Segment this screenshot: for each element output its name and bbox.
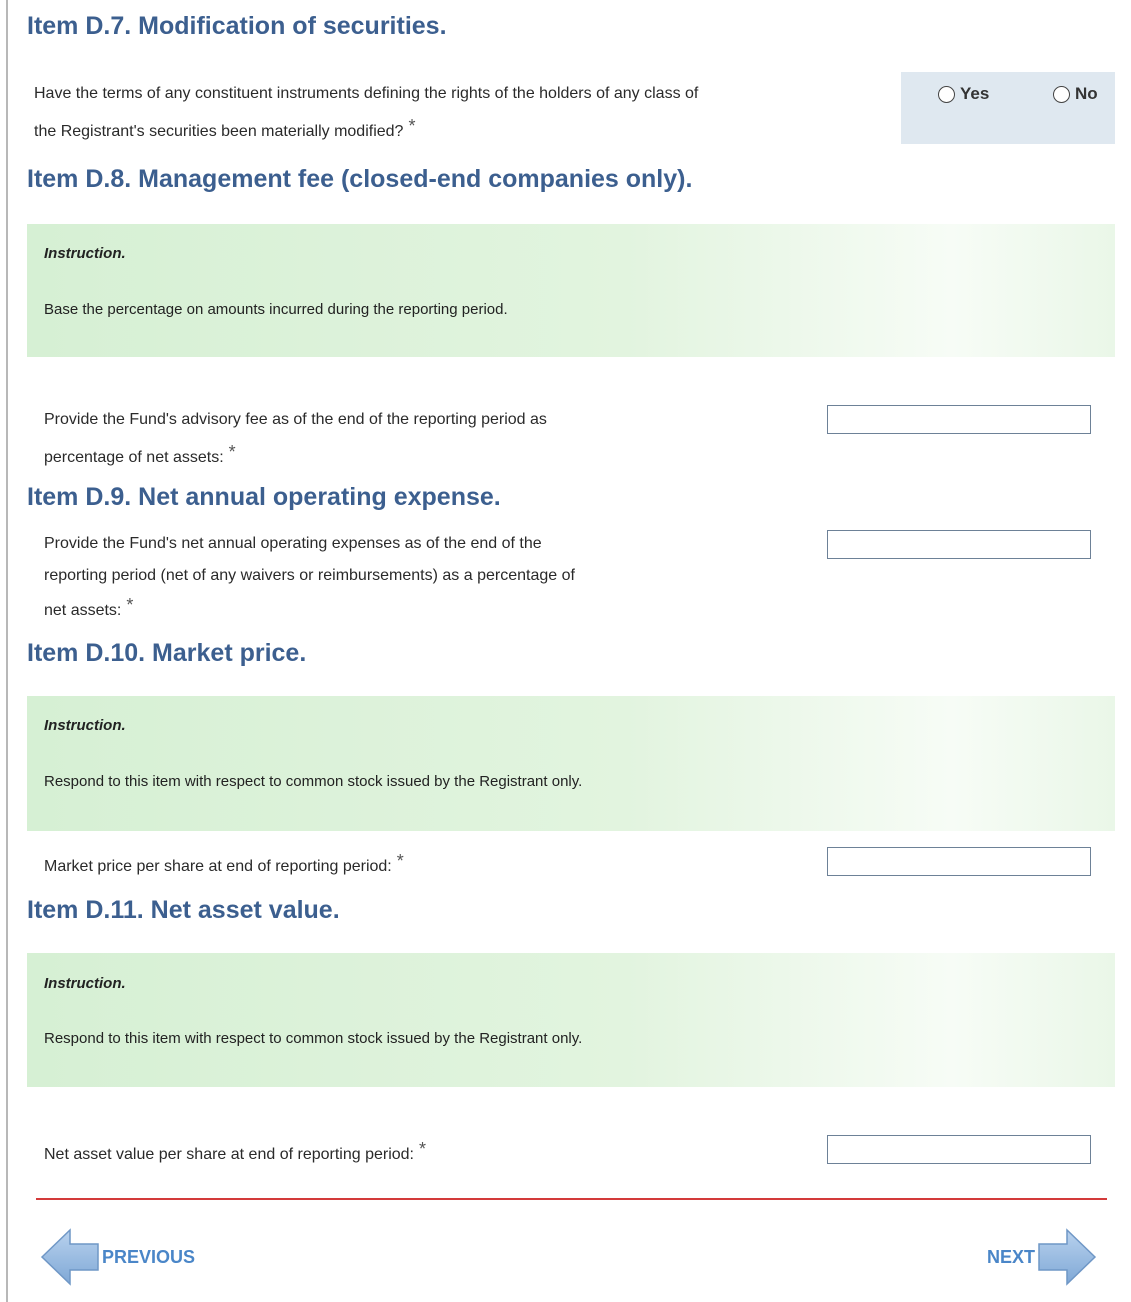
right-arrow-icon <box>1038 1228 1097 1286</box>
question-d7-line2: the Registrant's securities been materia… <box>34 123 404 140</box>
next-label: NEXT <box>987 1246 1036 1267</box>
required-marker: * <box>126 595 134 615</box>
heading-d9: Item D.9. Net annual operating expense. <box>27 483 501 511</box>
radio-circle-icon <box>938 85 955 103</box>
net-asset-value-input[interactable] <box>827 1135 1091 1164</box>
question-d9-line3-wrap: net assets: * <box>44 592 575 624</box>
instruction-title: Instruction. <box>44 975 126 992</box>
instruction-box-d8: Instruction. Base the percentage on amou… <box>27 224 1115 357</box>
question-d7: Have the terms of any constituent instru… <box>34 78 698 148</box>
radio-circle-icon <box>1053 85 1070 103</box>
heading-d10: Item D.10. Market price. <box>27 639 307 667</box>
heading-d11: Item D.11. Net asset value. <box>27 896 340 924</box>
heading-d8: Item D.8. Management fee (closed-end com… <box>27 165 693 193</box>
next-button[interactable]: NEXT <box>987 1228 1097 1286</box>
instruction-title: Instruction. <box>44 717 126 734</box>
instruction-text: Respond to this item with respect to com… <box>44 773 583 790</box>
yes-radio[interactable]: Yes <box>938 84 989 104</box>
required-marker: * <box>408 116 416 136</box>
question-d7-line2-wrap: the Registrant's securities been materia… <box>34 110 698 148</box>
question-d11-text: Net asset value per share at end of repo… <box>44 1146 414 1163</box>
question-d9: Provide the Fund's net annual operating … <box>44 528 575 624</box>
question-d8-line2-wrap: percentage of net assets: * <box>44 436 547 474</box>
no-radio-label: No <box>1075 84 1098 103</box>
no-radio[interactable]: No <box>1053 84 1098 104</box>
question-d8-line1: Provide the Fund's advisory fee as of th… <box>44 411 547 428</box>
divider <box>36 1198 1107 1200</box>
left-border <box>6 0 8 1302</box>
modification-radio-group: Yes No <box>901 72 1115 144</box>
instruction-box-d10: Instruction. Respond to this item with r… <box>27 696 1115 831</box>
question-d9-line1: Provide the Fund's net annual operating … <box>44 535 542 552</box>
question-d8-line2: percentage of net assets: <box>44 449 224 466</box>
question-d10: Market price per share at end of reporti… <box>44 845 404 883</box>
yes-radio-label: Yes <box>960 84 990 103</box>
question-d11: Net asset value per share at end of repo… <box>44 1133 426 1171</box>
question-d10-text: Market price per share at end of reporti… <box>44 858 392 875</box>
operating-expense-input[interactable] <box>827 530 1091 559</box>
required-marker: * <box>228 442 236 462</box>
question-d9-line2: reporting period (net of any waivers or … <box>44 567 575 584</box>
question-d8: Provide the Fund's advisory fee as of th… <box>44 404 547 474</box>
required-marker: * <box>419 1139 427 1159</box>
previous-button[interactable]: PREVIOUS <box>40 1228 195 1286</box>
left-arrow-icon <box>40 1228 99 1286</box>
instruction-box-d11: Instruction. Respond to this item with r… <box>27 953 1115 1087</box>
market-price-input[interactable] <box>827 847 1091 876</box>
instruction-title: Instruction. <box>44 245 126 262</box>
instruction-text: Base the percentage on amounts incurred … <box>44 301 508 318</box>
instruction-text: Respond to this item with respect to com… <box>44 1030 583 1047</box>
required-marker: * <box>396 851 404 871</box>
heading-d7: Item D.7. Modification of securities. <box>27 12 447 40</box>
question-d9-line3: net assets: <box>44 602 122 619</box>
question-d7-line1: Have the terms of any constituent instru… <box>34 85 699 102</box>
advisory-fee-input[interactable] <box>827 405 1091 434</box>
previous-label: PREVIOUS <box>102 1246 196 1267</box>
